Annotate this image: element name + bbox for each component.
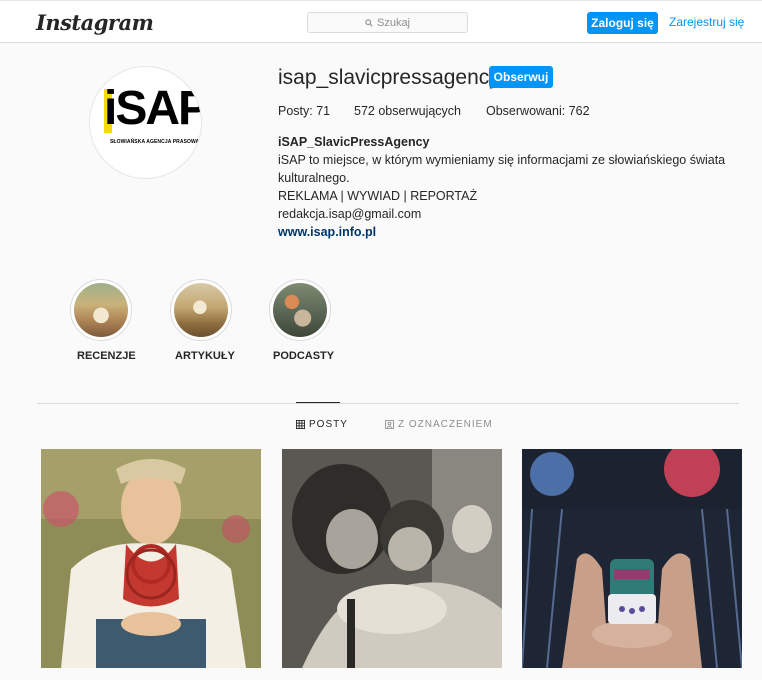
post-thumbnail[interactable] <box>522 449 742 668</box>
highlight-image <box>273 283 327 337</box>
highlight-image <box>174 283 228 337</box>
search-input[interactable]: Szukaj <box>307 12 468 33</box>
profile-username: isap_slavicpressagency <box>278 66 500 89</box>
tab-posts[interactable]: POSTY <box>296 419 348 430</box>
highlight-podcasty[interactable] <box>268 279 332 341</box>
following-count[interactable]: Obserwowani: 762 <box>486 104 590 118</box>
highlight-label: ARTYKUŁY <box>175 350 235 362</box>
posts-count: Posty: 71 <box>278 104 331 118</box>
highlight-artykuly[interactable] <box>169 279 233 341</box>
login-button[interactable]: Zaloguj się <box>587 12 658 34</box>
follow-button[interactable]: Obserwuj <box>489 66 553 88</box>
tab-tagged[interactable]: Z OZNACZENIEM <box>385 419 493 430</box>
tagged-user-icon <box>385 420 394 429</box>
isap-logo-subtitle: SŁOWIAŃSKA AGENCJA PRASOWA <box>110 139 200 145</box>
post-thumbnail[interactable] <box>282 449 502 668</box>
post-thumbnail[interactable] <box>41 449 261 668</box>
grid-icon <box>296 420 305 429</box>
isap-logo-text: iSAP <box>104 82 202 135</box>
profile-avatar[interactable]: iSAP SŁOWIAŃSKA AGENCJA PRASOWA <box>89 66 202 179</box>
followers-count[interactable]: 572 obserwujących <box>354 104 461 118</box>
tabs-divider <box>37 403 739 404</box>
highlight-ring <box>70 279 132 341</box>
bio-line-1: iSAP to miejsce, w którym wymieniamy się… <box>278 153 726 167</box>
instagram-logo[interactable]: Instagram <box>36 10 154 35</box>
tab-posts-label: POSTY <box>309 419 348 430</box>
active-tab-indicator <box>296 402 340 403</box>
highlight-label: PODCASTY <box>273 350 335 362</box>
highlight-label: RECENZJE <box>77 350 136 362</box>
register-link[interactable]: Zarejestruj się <box>669 15 744 29</box>
highlight-image <box>74 283 128 337</box>
bio-full-name: iSAP_SlavicPressAgency <box>278 135 430 149</box>
post-image-doll-in-hands <box>522 449 742 668</box>
highlight-recenzje[interactable] <box>69 279 133 341</box>
search-placeholder: Szukaj <box>376 16 411 29</box>
search-icon <box>365 18 373 27</box>
bio-email: redakcja.isap@gmail.com <box>278 207 422 221</box>
highlight-ring <box>269 279 331 341</box>
bio-line-2: kulturalnego. <box>278 171 350 185</box>
tab-tagged-label: Z OZNACZENIEM <box>398 419 493 430</box>
highlight-ring <box>170 279 232 341</box>
bio-website-link[interactable]: www.isap.info.pl <box>278 225 376 239</box>
post-image-old-photo <box>282 449 502 668</box>
post-image-painting-woman <box>41 449 261 668</box>
bio-line-3: REKLAMA | WYWIAD | REPORTAŻ <box>278 189 478 203</box>
top-navigation-bar: Instagram Szukaj Zaloguj się Zarejestruj… <box>0 0 762 43</box>
